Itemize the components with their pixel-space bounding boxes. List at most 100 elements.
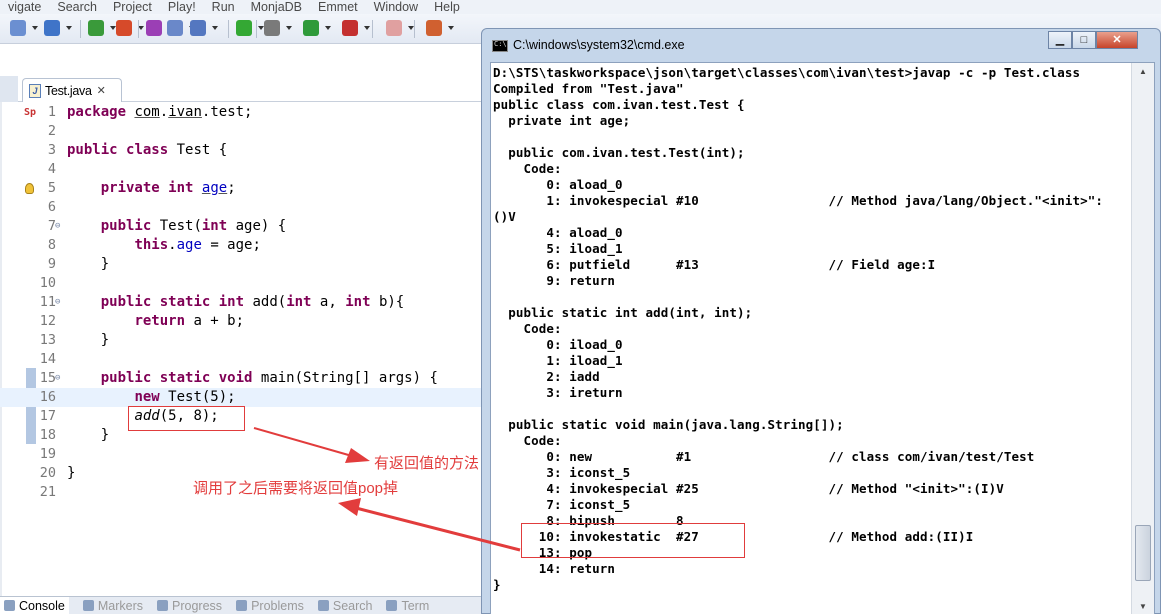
chevron-down-icon[interactable]: [212, 26, 218, 30]
code-line[interactable]: 7 public Test(int age) {⊖: [0, 217, 484, 236]
forward-icon[interactable]: [167, 20, 183, 36]
menu-item-run[interactable]: Run: [204, 0, 243, 14]
chevron-down-icon[interactable]: [66, 26, 72, 30]
chevron-down-icon[interactable]: [32, 26, 38, 30]
toolbar-separator: [414, 20, 415, 38]
bottom-tab-markers[interactable]: Markers: [82, 599, 143, 613]
add-call-highlight-box: [128, 406, 245, 431]
maximize-button[interactable]: □: [1072, 31, 1096, 49]
debug-icon[interactable]: [342, 20, 358, 36]
tab-test-java[interactable]: J Test.java ✕: [22, 78, 122, 102]
console-line: 3: ireturn: [493, 385, 623, 400]
console-line: }: [493, 577, 501, 592]
code-line[interactable]: 9 }: [0, 255, 484, 274]
stop-icon[interactable]: [386, 20, 402, 36]
console-line: Code:: [493, 433, 562, 448]
line-number: 12: [39, 313, 56, 329]
menu-bar: vigate Search Project Play! Run MonjaDB Emmet W…: [0, 0, 1161, 14]
console-line: Compiled from "Test.java": [493, 81, 684, 96]
bottom-tab-problems[interactable]: Problems: [236, 599, 304, 613]
console-line: 9: return: [493, 273, 616, 288]
run-icon[interactable]: [303, 20, 319, 36]
bottom-tab-label: Term: [401, 598, 430, 613]
home-icon[interactable]: [44, 20, 60, 36]
record-icon[interactable]: [146, 20, 162, 36]
console-line: ()V: [493, 209, 516, 224]
toolbar-separator: [372, 20, 373, 38]
play-framework-icon[interactable]: [116, 20, 132, 36]
menu-item-search[interactable]: Search: [49, 0, 105, 14]
code-line[interactable]: 11 public static int add(int a, int b){⊖: [0, 293, 484, 312]
line-number: 16: [39, 389, 56, 405]
console-line: 4: invokespecial #25 // Method "<init>":…: [493, 481, 1004, 496]
step-icon[interactable]: [190, 20, 206, 36]
code-line[interactable]: 14: [0, 350, 484, 369]
code-line[interactable]: 6: [0, 198, 484, 217]
scroll-up-icon[interactable]: ▲: [1135, 65, 1151, 79]
cmd-title-bar[interactable]: C:\windows\system32\cmd.exe ▁ □ ✕: [482, 29, 1161, 61]
code-line[interactable]: 12 return a + b;: [0, 312, 484, 331]
code-line[interactable]: 15 public static void main(String[] args…: [0, 369, 484, 388]
deploy-icon[interactable]: [426, 20, 442, 36]
close-icon[interactable]: ✕: [97, 84, 106, 97]
select-icon[interactable]: [10, 20, 26, 36]
code-line[interactable]: 2: [0, 122, 484, 141]
line-number: 20: [39, 465, 56, 481]
bottom-tab-term[interactable]: Term: [386, 599, 429, 613]
lightbulb-warning-icon[interactable]: [25, 183, 34, 194]
line-number: 21: [39, 484, 56, 500]
code-text: this.age = age;: [134, 237, 261, 253]
bottom-tab-progress[interactable]: Progress: [157, 599, 222, 613]
fold-icon[interactable]: ⊖: [55, 217, 60, 236]
code-line[interactable]: 16 new Test(5);: [0, 388, 484, 407]
chevron-down-icon[interactable]: [448, 26, 454, 30]
fold-icon[interactable]: ⊖: [55, 293, 60, 312]
code-line[interactable]: 8 this.age = age;: [0, 236, 484, 255]
minimize-button[interactable]: ▁: [1048, 31, 1072, 49]
code-line[interactable]: 1 package com.ivan.test; Sp: [0, 103, 484, 122]
menu-item-help[interactable]: Help: [426, 0, 468, 14]
close-button[interactable]: ✕: [1096, 31, 1138, 49]
menu-item-monjadb[interactable]: MonjaDB: [243, 0, 310, 14]
console-line: public class com.ivan.test.Test {: [493, 97, 745, 112]
console-line: Code:: [493, 321, 562, 336]
annotation-pop-note: 调用了之后需要将返回值pop掉: [193, 480, 399, 497]
scroll-thumb[interactable]: [1135, 525, 1151, 581]
screen: { "menu": ["vigate","Search","Project","…: [0, 0, 1161, 614]
refresh-icon[interactable]: [88, 20, 104, 36]
bottom-tab-search[interactable]: Search: [317, 599, 372, 613]
cmd-scrollbar[interactable]: ▲ ▼: [1131, 63, 1154, 614]
progress-icon: [157, 600, 169, 611]
toolbar-separator: [256, 20, 257, 38]
bytecode-highlight-box: [521, 523, 745, 558]
console-line: 5: iload_1: [493, 241, 623, 256]
code-line[interactable]: 3 public class Test {: [0, 141, 484, 160]
run-green-icon[interactable]: [236, 20, 252, 36]
fold-icon[interactable]: ⊖: [55, 369, 60, 388]
chevron-down-icon[interactable]: [325, 26, 331, 30]
line-number: 14: [39, 351, 56, 367]
line-number: 19: [39, 446, 56, 462]
code-line[interactable]: 13 }: [0, 331, 484, 350]
line-number: 9: [47, 256, 56, 272]
code-line[interactable]: 5 private int age;: [0, 179, 484, 198]
chevron-down-icon[interactable]: [364, 26, 370, 30]
chevron-down-icon[interactable]: [286, 26, 292, 30]
menu-item-play[interactable]: Play!: [160, 0, 204, 14]
line-number: 6: [47, 199, 56, 215]
annotation-return-method: 有返回值的方法: [374, 455, 480, 472]
java-file-icon: J: [29, 83, 41, 98]
line-number: 3: [47, 142, 56, 158]
menu-item-emmet[interactable]: Emmet: [310, 0, 366, 14]
scroll-down-icon[interactable]: ▼: [1135, 600, 1151, 614]
code-text: new Test(5);: [134, 389, 236, 405]
toolbar-separator: [80, 20, 81, 38]
bottom-tab-console[interactable]: Console: [0, 597, 69, 614]
code-line[interactable]: 4: [0, 160, 484, 179]
menu-item-project[interactable]: Project: [105, 0, 160, 14]
code-text: }: [67, 427, 110, 443]
code-line[interactable]: 10: [0, 274, 484, 293]
menu-item-window[interactable]: Window: [366, 0, 426, 14]
gear-icon[interactable]: [264, 20, 280, 36]
menu-item-vigate[interactable]: vigate: [0, 0, 49, 14]
